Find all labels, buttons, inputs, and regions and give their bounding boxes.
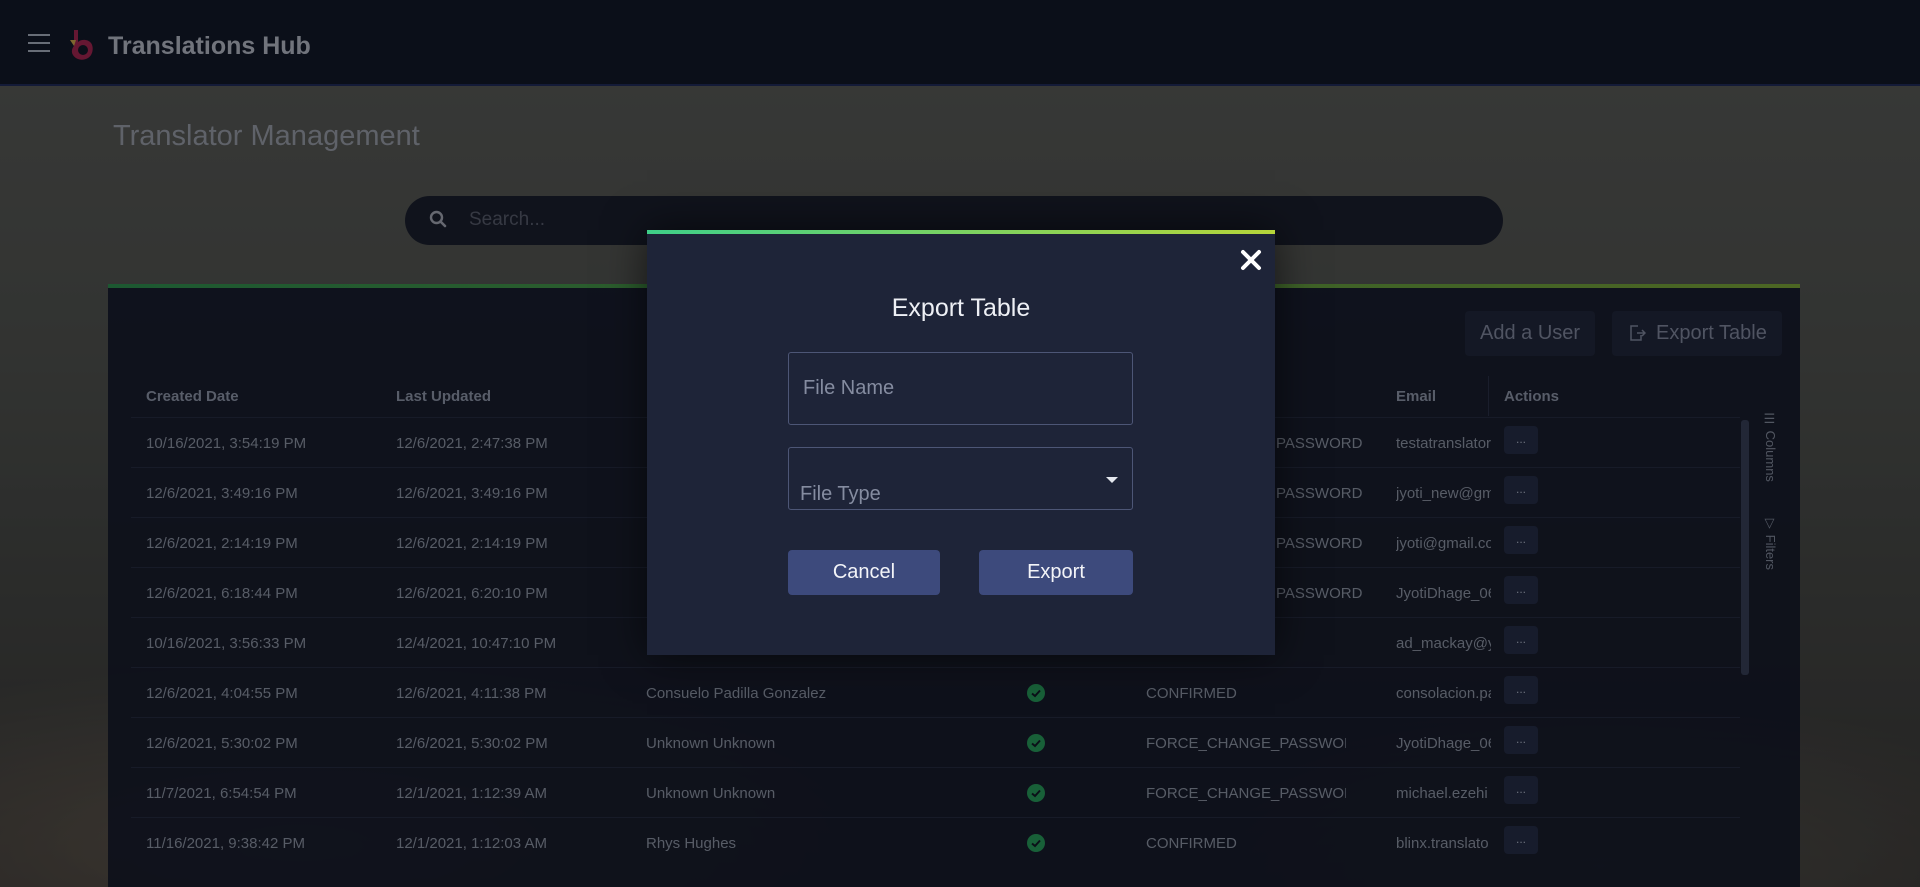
file-name-input[interactable]: [789, 353, 1132, 424]
close-icon[interactable]: [1237, 246, 1265, 274]
dialog-title: Export Table: [891, 294, 1031, 322]
file-name-field: [788, 352, 1133, 425]
export-button[interactable]: Export: [979, 550, 1133, 595]
caret-down-icon: [1106, 477, 1118, 483]
dialog-accent-bar: [647, 230, 1275, 234]
cancel-button[interactable]: Cancel: [788, 550, 940, 595]
file-type-select[interactable]: File Type: [788, 447, 1133, 510]
export-table-dialog: Export Table File Type Cancel Export: [647, 230, 1275, 655]
file-type-label: File Type: [800, 483, 881, 505]
